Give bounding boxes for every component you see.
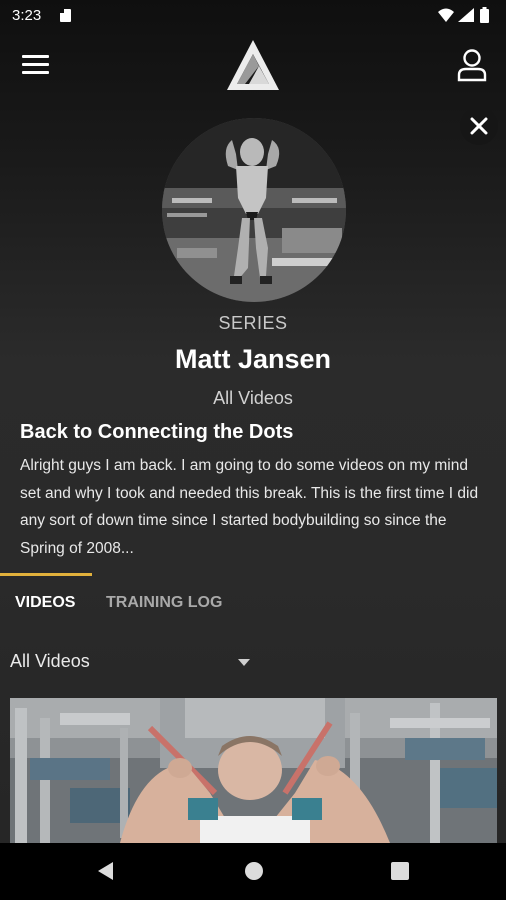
triangle-logo bbox=[227, 40, 279, 90]
description-title: Back to Connecting the Dots bbox=[20, 421, 294, 443]
signal-icon bbox=[458, 8, 474, 22]
chevron-down-icon bbox=[238, 659, 250, 666]
active-tab-indicator bbox=[0, 573, 92, 576]
video-thumbnail[interactable] bbox=[10, 698, 497, 843]
series-screen: 3:23 SERIES Matt Jansen All Videos Back … bbox=[0, 0, 506, 900]
status-icons bbox=[438, 7, 489, 23]
system-navigation-bar bbox=[0, 843, 506, 900]
battery-icon bbox=[480, 7, 489, 23]
status-time: 3:23 bbox=[12, 7, 42, 24]
series-type-label: SERIES bbox=[218, 313, 288, 333]
description-body: Alright guys I am back. I am going to do… bbox=[20, 457, 479, 557]
tab-videos[interactable]: VIDEOS bbox=[15, 594, 75, 612]
wifi-icon bbox=[438, 8, 454, 22]
series-author-name: Matt Jansen bbox=[174, 344, 332, 374]
recents-square-icon[interactable] bbox=[390, 861, 410, 881]
sd-card-icon bbox=[60, 9, 71, 22]
close-button[interactable] bbox=[460, 107, 498, 145]
all-videos-link[interactable]: All Videos bbox=[0, 388, 506, 409]
series-avatar bbox=[162, 118, 346, 302]
hamburger-menu-icon[interactable] bbox=[22, 55, 49, 75]
home-circle-icon[interactable] bbox=[243, 860, 265, 882]
video-filter-dropdown[interactable]: All Videos bbox=[10, 650, 255, 676]
back-triangle-icon[interactable] bbox=[95, 860, 117, 882]
user-profile-icon[interactable] bbox=[456, 48, 488, 82]
filter-selected-value: All Videos bbox=[10, 651, 90, 671]
close-icon bbox=[470, 117, 488, 135]
tab-training-log[interactable]: TRAINING LOG bbox=[106, 594, 222, 612]
status-bar: 3:23 bbox=[0, 0, 506, 32]
